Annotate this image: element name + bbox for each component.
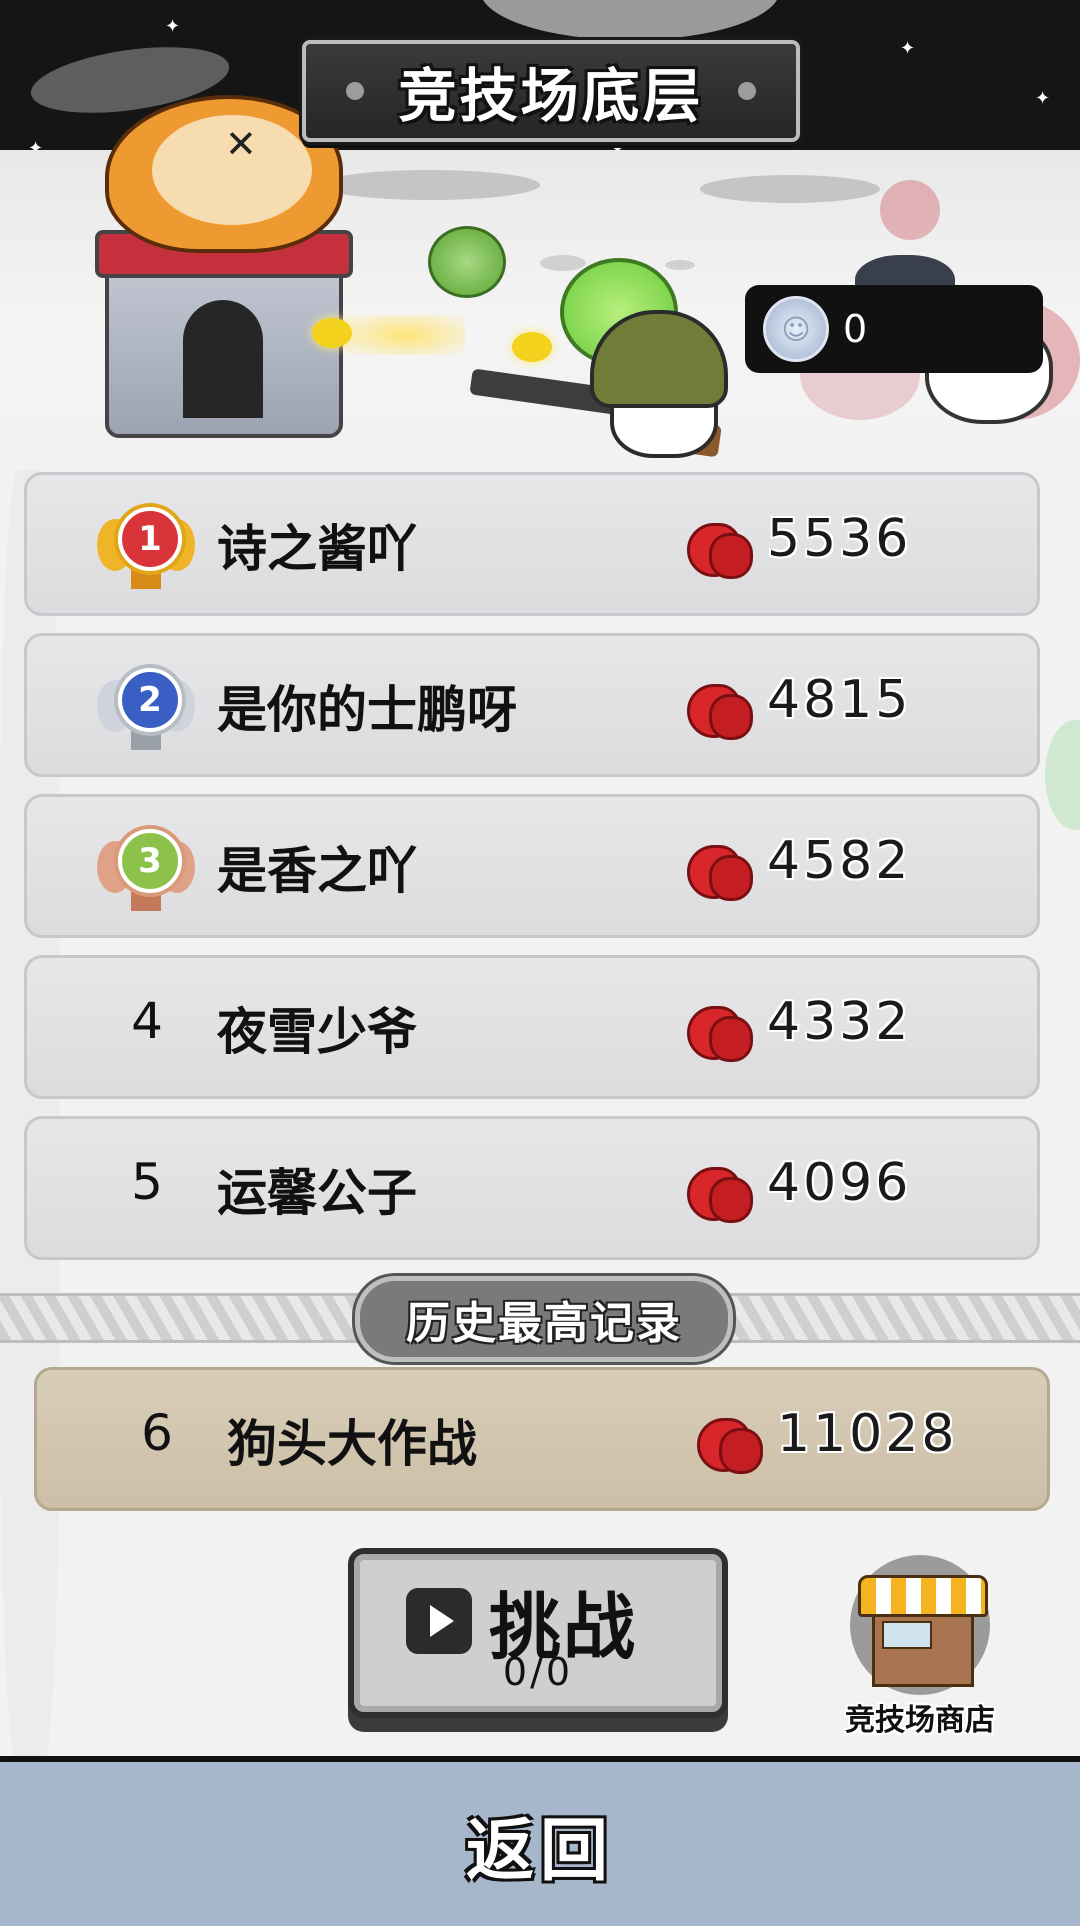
leaderboard-row: 3 是香之吖 4582 bbox=[24, 794, 1040, 938]
title-plate: 竞技场底层 bbox=[302, 40, 800, 142]
medal-ribbon bbox=[131, 730, 161, 750]
bullet bbox=[312, 318, 352, 348]
star-icon: ✦ bbox=[1035, 88, 1051, 109]
player-name: 运馨公子 bbox=[217, 1164, 417, 1222]
arena-shop-button[interactable]: 竞技场商店 bbox=[840, 1555, 995, 1738]
back-button[interactable] bbox=[440, 1790, 640, 1890]
boxing-glove-icon bbox=[687, 841, 753, 901]
shop-label: 竞技场商店 bbox=[845, 1703, 995, 1738]
house-door bbox=[183, 300, 263, 418]
player-score: 11028 bbox=[777, 1404, 958, 1464]
crater bbox=[320, 170, 540, 200]
player-name: 狗头大作战 bbox=[227, 1415, 477, 1473]
cat-house bbox=[95, 230, 353, 438]
player-name: 是你的士鹏呀 bbox=[217, 681, 517, 739]
medal-number: 1 bbox=[118, 507, 182, 571]
leaderboard-row: 1 诗之酱吖 5536 bbox=[24, 472, 1040, 616]
leaderboard-row: 2 是你的士鹏呀 4815 bbox=[24, 633, 1040, 777]
leaderboard-row: 4 夜雪少爷 4332 bbox=[24, 955, 1040, 1099]
rank-number: 4 bbox=[131, 992, 163, 1050]
rank-number: 5 bbox=[131, 1153, 163, 1211]
history-label: 历史最高记录 bbox=[406, 1298, 682, 1349]
boxing-glove-icon bbox=[687, 1002, 753, 1062]
splash bbox=[880, 180, 940, 240]
player-score: 4815 bbox=[767, 670, 912, 730]
crater bbox=[700, 175, 880, 203]
side-chat-icon bbox=[1045, 720, 1080, 830]
bolt-icon bbox=[346, 82, 364, 100]
cat-x-mark-icon: ✕ bbox=[225, 122, 257, 166]
player-name: 诗之酱吖 bbox=[217, 520, 417, 578]
silver-medal-icon: 2 bbox=[97, 654, 195, 752]
history-badge: 历史最高记录 bbox=[355, 1276, 733, 1362]
boxing-glove-icon bbox=[687, 1163, 753, 1223]
star-icon: ✦ bbox=[900, 38, 916, 59]
bronze-medal-icon: 3 bbox=[97, 815, 195, 913]
medal-ribbon bbox=[131, 569, 161, 589]
coin-counter: ☺ 0 bbox=[745, 285, 1043, 373]
medal-ribbon bbox=[131, 891, 161, 911]
bolt-icon bbox=[738, 82, 756, 100]
coin-value: 0 bbox=[843, 307, 868, 351]
boxing-glove-icon bbox=[687, 680, 753, 740]
rank-number: 6 bbox=[141, 1404, 173, 1462]
player-score: 5536 bbox=[767, 509, 912, 569]
leaderboard-row: 5 运馨公子 4096 bbox=[24, 1116, 1040, 1260]
shop-awning bbox=[858, 1575, 988, 1617]
moon bbox=[480, 0, 780, 40]
boxing-glove-icon bbox=[687, 519, 753, 579]
player-score: 4582 bbox=[767, 831, 912, 891]
boxing-glove-icon bbox=[697, 1414, 763, 1474]
shop-window bbox=[882, 1621, 932, 1649]
page-title: 竞技场底层 bbox=[398, 62, 704, 130]
player-score: 4332 bbox=[767, 992, 912, 1052]
gold-medal-icon: 1 bbox=[97, 493, 195, 591]
medal-number: 2 bbox=[118, 668, 182, 732]
challenge-button[interactable]: 挑战 0/0 bbox=[348, 1548, 728, 1718]
bullet bbox=[512, 332, 552, 362]
player-score: 4096 bbox=[767, 1153, 912, 1213]
coin-icon: ☺ bbox=[763, 296, 829, 362]
player-name: 夜雪少爷 bbox=[217, 1003, 417, 1061]
play-icon bbox=[406, 1588, 472, 1654]
player-name: 是香之吖 bbox=[217, 842, 417, 900]
medal-number: 3 bbox=[118, 829, 182, 893]
star-icon: ✦ bbox=[165, 16, 181, 37]
challenge-count: 0/0 bbox=[502, 1650, 574, 1694]
battle-scene: ✦ ✦ ✦ ✦ ✦ ✕ ☺ 0 竞技场底层 bbox=[0, 0, 1080, 470]
crater bbox=[540, 255, 586, 271]
cabbage-projectile bbox=[428, 226, 506, 298]
my-record-row: 6 狗头大作战 11028 bbox=[34, 1367, 1050, 1511]
muzzle-flash bbox=[345, 315, 465, 355]
crater bbox=[665, 260, 695, 270]
